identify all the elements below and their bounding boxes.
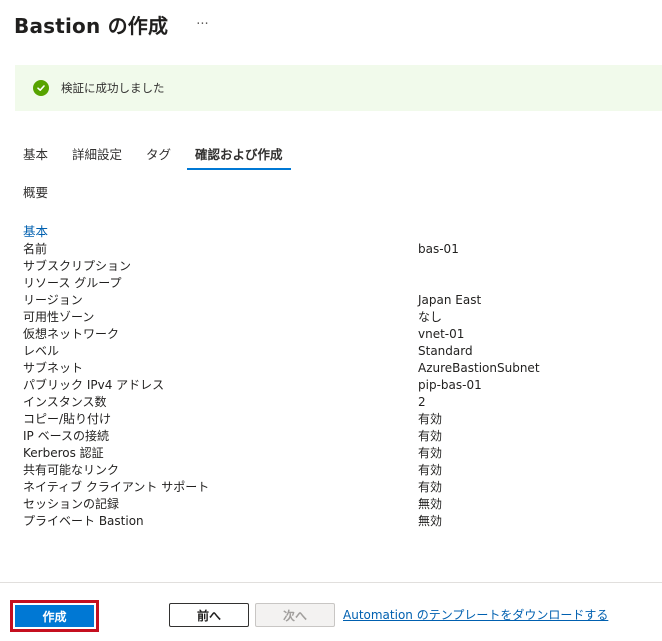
summary-label: コピー/貼り付け [23, 412, 112, 426]
summary-row: サブネット AzureBastionSubnet [23, 360, 643, 377]
summary-label: 共有可能なリンク [23, 463, 120, 477]
summary-row: IP ベースの接続 有効 [23, 428, 643, 445]
summary-row: 可用性ゾーン なし [23, 309, 643, 326]
summary-label: IP ベースの接続 [23, 429, 109, 443]
summary-row: レベル Standard [23, 343, 643, 360]
summary-label: プライベート Bastion [23, 514, 144, 528]
summary-value: bas-01 [418, 242, 459, 256]
summary-value: 有効 [418, 412, 443, 426]
download-template-link[interactable]: Automation のテンプレートをダウンロードする [343, 606, 608, 623]
summary-value: 2 [418, 395, 426, 409]
summary-label: Kerberos 認証 [23, 446, 104, 460]
summary-row: 名前 bas-01 [23, 241, 643, 258]
check-circle-icon [33, 80, 49, 96]
summary-row: パブリック IPv4 アドレス pip-bas-01 [23, 377, 643, 394]
summary-label: リージョン [23, 293, 83, 307]
summary-value: pip-bas-01 [418, 378, 482, 392]
summary-label: 可用性ゾーン [23, 310, 95, 324]
summary-row: Kerberos 認証 有効 [23, 445, 643, 462]
section-heading-basics: 基本 [23, 224, 49, 239]
summary-label: ネイティブ クライアント サポート [23, 480, 210, 494]
validation-message: 検証に成功しました [61, 81, 165, 95]
summary-value: 有効 [418, 480, 443, 494]
summary-label: 名前 [23, 242, 48, 256]
summary-row: リソース グループ [23, 275, 643, 292]
summary-value: Standard [418, 344, 473, 358]
summary-row: プライベート Bastion 無効 [23, 513, 643, 530]
summary-row: インスタンス数 2 [23, 394, 643, 411]
summary-label: リソース グループ [23, 276, 122, 290]
tab-tags[interactable]: タグ [138, 138, 179, 170]
summary-label: パブリック IPv4 アドレス [23, 378, 165, 392]
summary-row: コピー/貼り付け 有効 [23, 411, 643, 428]
summary-value: 有効 [418, 463, 443, 477]
create-button-highlight: 作成 [10, 600, 99, 632]
summary-value: AzureBastionSubnet [418, 361, 540, 375]
validation-banner: 検証に成功しました [15, 65, 662, 111]
tab-review-create[interactable]: 確認および作成 [187, 138, 291, 170]
title-row: Bastion の作成 ··· [14, 8, 213, 40]
overview-label: 概要 [23, 185, 49, 200]
summary-value: vnet-01 [418, 327, 465, 341]
summary-label: セッションの記録 [23, 497, 120, 511]
summary-row: 共有可能なリンク 有効 [23, 462, 643, 479]
previous-button[interactable]: 前へ [169, 603, 249, 627]
summary-row: ネイティブ クライアント サポート 有効 [23, 479, 643, 496]
summary-label: サブネット [23, 361, 84, 375]
summary-list: 名前 bas-01 サブスクリプション リソース グループ リージョン Japan … [23, 241, 643, 530]
next-button: 次へ [255, 603, 335, 627]
summary-value: なし [418, 310, 443, 324]
summary-value: 無効 [418, 497, 443, 511]
tab-basics[interactable]: 基本 [15, 138, 56, 170]
summary-row: セッションの記録 無効 [23, 496, 643, 513]
summary-label: サブスクリプション [23, 259, 132, 273]
summary-row: リージョン Japan East [23, 292, 643, 309]
summary-value: 有効 [418, 429, 443, 443]
summary-row: サブスクリプション [23, 258, 643, 275]
summary-label: 仮想ネットワーク [23, 327, 120, 341]
summary-row: 仮想ネットワーク vnet-01 [23, 326, 643, 343]
create-button[interactable]: 作成 [15, 605, 94, 627]
summary-label: インスタンス数 [23, 395, 107, 409]
summary-label: レベル [23, 344, 60, 358]
more-options-button[interactable]: ··· [192, 17, 212, 32]
tab-advanced[interactable]: 詳細設定 [64, 138, 130, 170]
footer-divider [0, 582, 662, 583]
summary-value: 無効 [418, 514, 443, 528]
summary-value: Japan East [418, 293, 482, 307]
page-title: Bastion の作成 [14, 13, 169, 38]
wizard-tabs: 基本 詳細設定 タグ 確認および作成 [15, 138, 299, 170]
summary-value: 有効 [418, 446, 443, 460]
